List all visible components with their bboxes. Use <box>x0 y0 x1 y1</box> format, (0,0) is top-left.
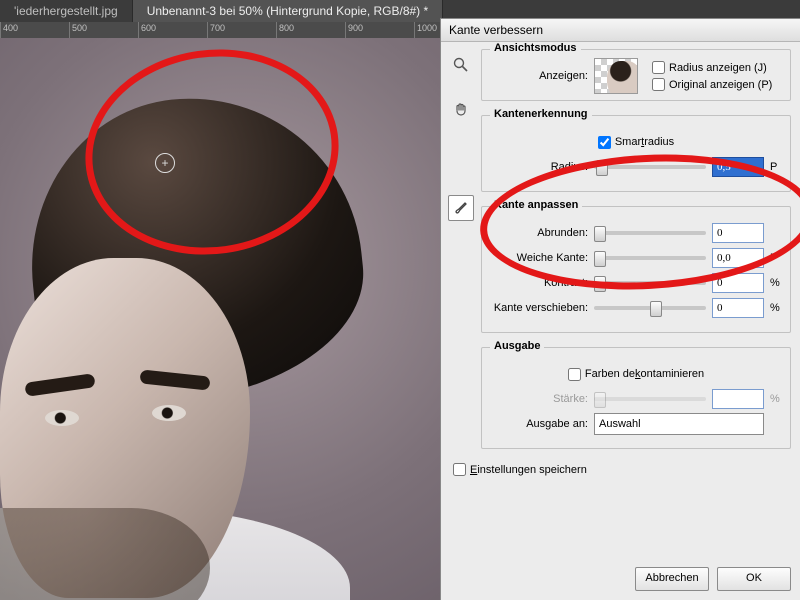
shift-edge-label: Kante verschieben: <box>492 302 588 314</box>
group-output: Ausgabe Farben dekontaminieren Stärke: %… <box>481 347 791 449</box>
portrait-beard <box>0 508 210 600</box>
amount-unit: % <box>770 393 780 405</box>
document-tab-2[interactable]: Unbenannt-3 bei 50% (Hintergrund Kopie, … <box>133 0 444 22</box>
remember-settings-input[interactable] <box>453 463 466 476</box>
output-to-label: Ausgabe an: <box>492 418 588 430</box>
output-to-value: Auswahl <box>599 418 641 430</box>
portrait-eye <box>45 410 79 426</box>
document-tab-label: Unbenannt-3 bei 50% (Hintergrund Kopie, … <box>147 4 429 18</box>
show-original-checkbox[interactable]: Original anzeigen (P) <box>652 78 772 91</box>
remember-settings-label: Einstellungen speichern <box>470 464 587 476</box>
document-tab-label: 'iederhergestellt.jpg <box>14 4 118 18</box>
group-view-mode: Ansichtsmodus Anzeigen: Radius anzeigen … <box>481 49 791 101</box>
amount-value-input <box>712 389 764 409</box>
show-radius-label: Radius anzeigen (J) <box>669 62 767 74</box>
contrast-unit: % <box>770 277 780 289</box>
ruler-tick: 500 <box>69 22 138 38</box>
show-original-input[interactable] <box>652 78 665 91</box>
refine-edge-dialog: Kante verbessern Ansichtsmodus Anzeigen:… <box>440 18 800 600</box>
preview-thumbnail[interactable] <box>594 58 638 94</box>
document-tab-1[interactable]: 'iederhergestellt.jpg <box>0 0 133 22</box>
smart-radius-checkbox[interactable]: Smartradius <box>598 136 674 149</box>
smart-radius-label: Smartradius <box>615 136 674 148</box>
amount-slider <box>594 397 706 401</box>
show-original-label: Original anzeigen (P) <box>669 79 772 91</box>
ruler-tick: 700 <box>207 22 276 38</box>
smart-radius-input[interactable] <box>598 136 611 149</box>
dialog-title: Kante verbessern <box>441 19 800 42</box>
group-legend: Ausgabe <box>490 340 544 352</box>
show-radius-input[interactable] <box>652 61 665 74</box>
ruler-tick: 900 <box>345 22 414 38</box>
shift-edge-unit: % <box>770 302 780 314</box>
ruler-tick: 600 <box>138 22 207 38</box>
shift-edge-value-input[interactable]: 0 <box>712 298 764 318</box>
portrait-eye <box>152 405 186 421</box>
output-to-select[interactable]: Auswahl <box>594 413 764 435</box>
amount-label: Stärke: <box>492 393 588 405</box>
ruler-tick: 400 <box>0 22 69 38</box>
cancel-button[interactable]: Abbrechen <box>635 567 709 591</box>
show-preview-label: Anzeigen: <box>492 70 588 82</box>
group-legend: Ansichtsmodus <box>490 42 581 54</box>
shift-edge-slider[interactable] <box>594 306 706 310</box>
remember-settings-checkbox[interactable]: Einstellungen speichern <box>453 463 587 476</box>
group-legend: Kantenerkennung <box>490 108 592 120</box>
decontaminate-label: Farben dekontaminieren <box>585 368 704 380</box>
show-radius-checkbox[interactable]: Radius anzeigen (J) <box>652 61 772 74</box>
decontaminate-input[interactable] <box>568 368 581 381</box>
ok-button[interactable]: OK <box>717 567 791 591</box>
ruler-tick: 800 <box>276 22 345 38</box>
decontaminate-checkbox[interactable]: Farben dekontaminieren <box>568 368 704 381</box>
